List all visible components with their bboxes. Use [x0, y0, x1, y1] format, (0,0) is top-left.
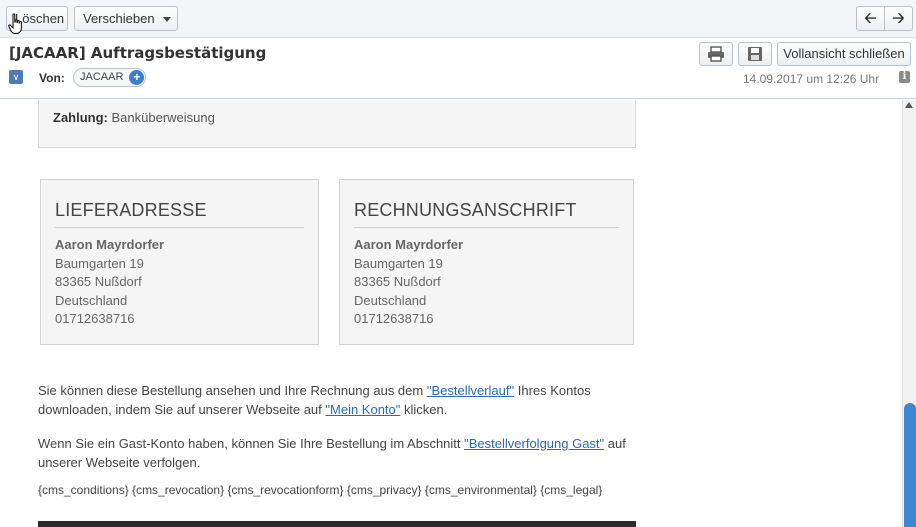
scrollbar-thumb[interactable]: [904, 403, 916, 527]
printer-icon: [708, 46, 724, 62]
payment-box: Zahlung: Banküberweisung: [38, 100, 636, 148]
divider: [55, 227, 304, 228]
shipping-street: Baumgarten 19: [55, 255, 144, 271]
shipping-country: Deutschland: [55, 292, 128, 308]
previous-message-button[interactable]: 🡠: [856, 6, 885, 31]
close-fullview-button[interactable]: Vollansicht schließen: [777, 42, 911, 66]
sender-name: JACAAR: [80, 71, 124, 83]
move-button[interactable]: Verschieben: [74, 6, 178, 31]
order-history-link[interactable]: "Bestellverlauf": [427, 383, 514, 398]
my-account-link[interactable]: "Mein Konto": [325, 402, 400, 417]
message-date: 14.09.2017 um 12:26 Uhr: [743, 72, 880, 86]
guest-tracking-link[interactable]: "Bestellverfolgung Gast": [464, 436, 604, 451]
billing-street: Baumgarten 19: [354, 255, 443, 271]
save-button[interactable]: [738, 42, 772, 66]
order-history-paragraph: Sie können diese Bestellung ansehen und …: [38, 381, 638, 419]
billing-country: Deutschland: [354, 292, 427, 308]
chevron-down-icon: [162, 17, 171, 23]
mail-toolbar: Löschen Verschieben 🡠 🡢: [0, 0, 916, 38]
billing-phone: 01712638716: [354, 311, 434, 326]
arrow-right-icon: 🡢: [892, 10, 905, 27]
divider: [354, 227, 619, 228]
shipping-address-box: LIEFERADRESSE Aaron Mayrdorfer Baumgarte…: [40, 179, 319, 345]
hand-cursor-icon: [8, 13, 22, 34]
billing-name: Aaron Mayrdorfer: [354, 237, 464, 252]
payment-line: Zahlung: Banküberweisung: [53, 110, 215, 125]
billing-address-box: RECHNUNGSANSCHRIFT Aaron Mayrdorfer Baum…: [339, 179, 634, 345]
arrow-left-icon: 🡠: [864, 10, 877, 27]
shipping-city: 83365 Nußdorf: [55, 274, 142, 289]
from-label: Von:: [39, 71, 65, 85]
shipping-phone: 01712638716: [55, 311, 135, 326]
vertical-scrollbar[interactable]: [902, 100, 916, 527]
next-message-button[interactable]: 🡢: [884, 6, 913, 31]
scroll-up-icon[interactable]: [905, 102, 913, 108]
expand-details-icon[interactable]: ∨: [9, 70, 23, 84]
sender-chip[interactable]: JACAAR +: [73, 68, 147, 87]
cms-placeholders: {cms_conditions} {cms_revocation} {cms_r…: [38, 483, 603, 497]
payment-label: Zahlung:: [53, 110, 108, 125]
paragraph-text: klicken.: [400, 402, 448, 417]
guest-tracking-paragraph: Wenn Sie ein Gast-Konto haben, können Si…: [38, 434, 638, 472]
message-body: Zahlung: Banküberweisung LIEFERADRESSE A…: [0, 100, 902, 527]
message-header: [JACAAR] Auftragsbestätigung Vollansicht…: [0, 39, 916, 99]
paragraph-text: Wenn Sie ein Gast-Konto haben, können Si…: [38, 436, 465, 451]
billing-address-title: RECHNUNGSANSCHRIFT: [354, 200, 577, 220]
shipping-address-lines: Aaron Mayrdorfer Baumgarten 19 83365 Nuß…: [55, 236, 164, 329]
move-button-label: Verschieben: [83, 11, 155, 26]
print-button[interactable]: [699, 42, 733, 66]
billing-city: 83365 Nußdorf: [354, 274, 441, 289]
footer-bar: [38, 521, 636, 527]
payment-value: Banküberweisung: [111, 110, 215, 125]
message-subject: [JACAAR] Auftragsbestätigung: [9, 44, 267, 62]
paragraph-text: Sie können diese Bestellung ansehen und …: [38, 383, 427, 398]
shipping-name: Aaron Mayrdorfer: [55, 237, 165, 252]
billing-address-lines: Aaron Mayrdorfer Baumgarten 19 83365 Nuß…: [354, 236, 463, 329]
shipping-address-title: LIEFERADRESSE: [55, 200, 207, 220]
floppy-disk-icon: [748, 47, 762, 61]
info-icon[interactable]: i: [899, 71, 910, 83]
add-contact-icon[interactable]: +: [129, 70, 145, 85]
